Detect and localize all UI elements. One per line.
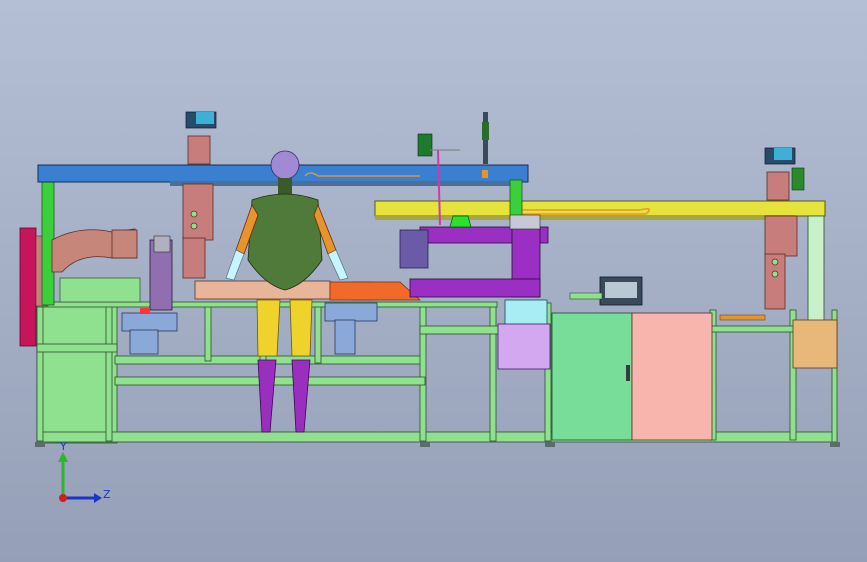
exhaust-duct bbox=[51, 228, 138, 273]
left-side-cover bbox=[19, 227, 37, 347]
left-bracket bbox=[182, 183, 214, 279]
right-bracket bbox=[764, 215, 798, 310]
axis-y-label: Y bbox=[60, 440, 67, 453]
right-column bbox=[807, 215, 825, 329]
machine-assembly-drawing bbox=[19, 111, 840, 503]
sewing-head bbox=[399, 214, 549, 298]
green-cabinet bbox=[551, 312, 633, 441]
leveling-feet bbox=[35, 442, 840, 447]
left-motor bbox=[185, 111, 217, 165]
yellow-top-beam bbox=[374, 200, 826, 220]
right-motor bbox=[764, 147, 805, 201]
coordinate-triad bbox=[58, 452, 102, 503]
orange-guide-plate bbox=[329, 281, 421, 301]
axis-z-label: Z bbox=[103, 488, 111, 501]
right-tan-box bbox=[792, 319, 838, 369]
pink-cabinet bbox=[631, 312, 713, 441]
control-panel bbox=[569, 276, 643, 306]
purple-box bbox=[497, 323, 551, 370]
table-plate bbox=[194, 280, 331, 300]
cad-viewport[interactable]: Y Z bbox=[0, 0, 867, 562]
